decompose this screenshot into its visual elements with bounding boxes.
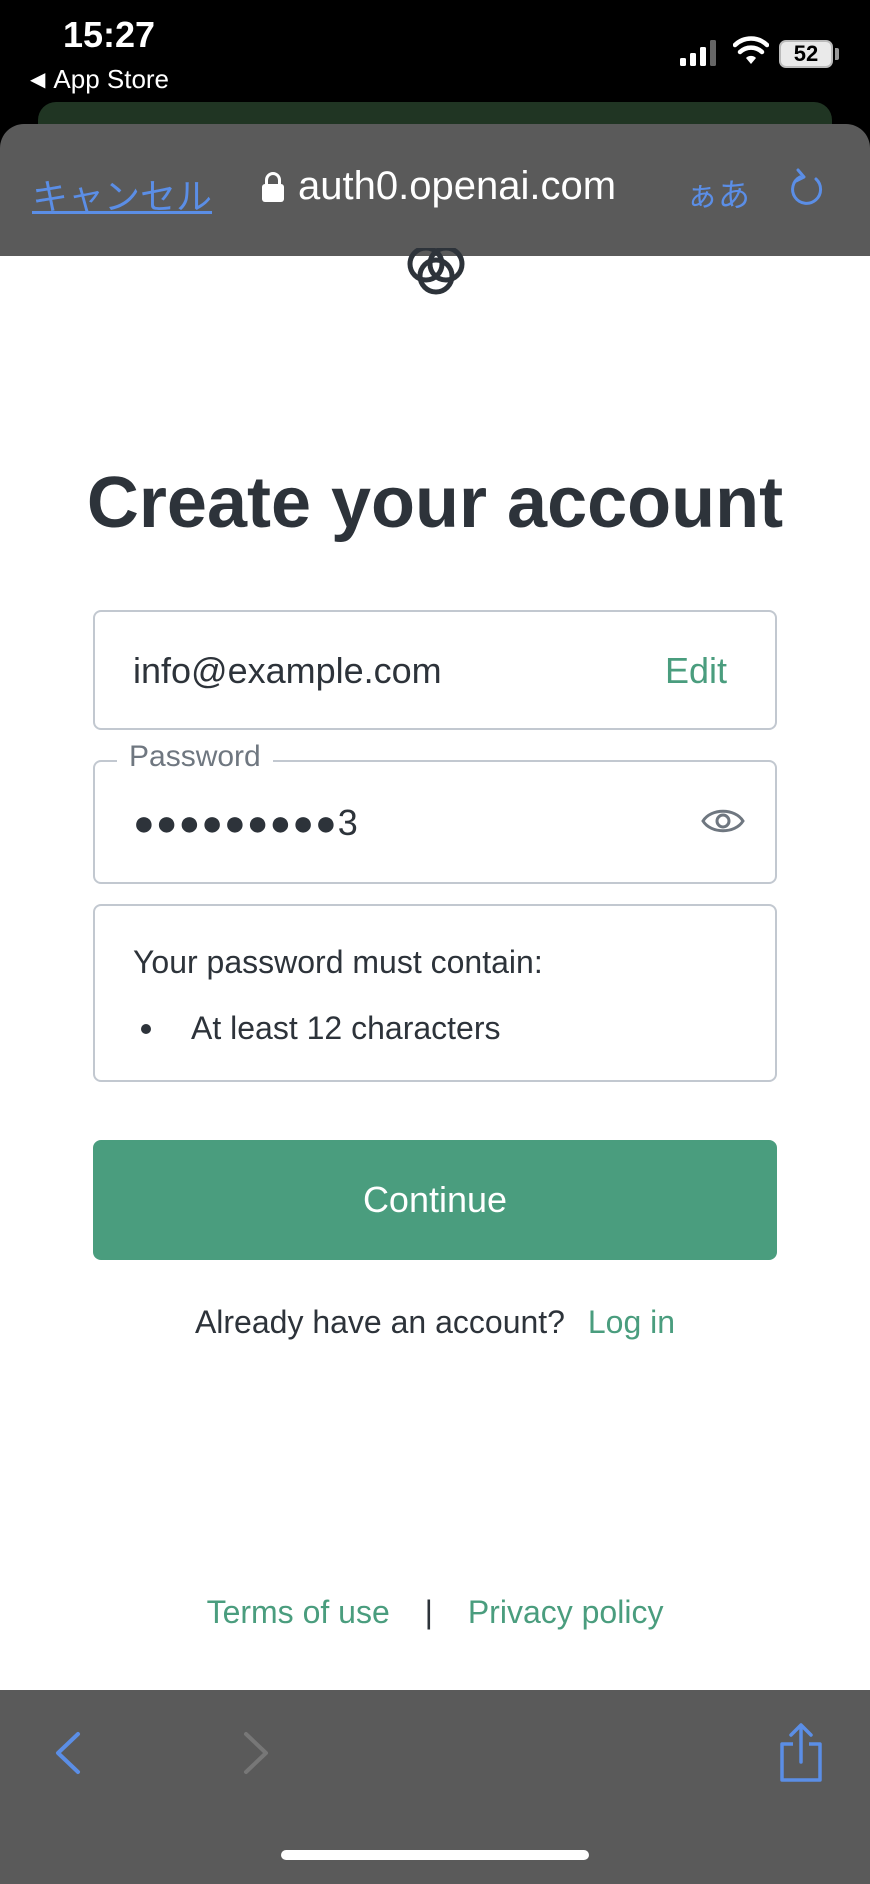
bullet [141, 1023, 151, 1034]
login-link[interactable]: Log in [588, 1304, 675, 1340]
text-size-button[interactable]: ぁあ [686, 170, 750, 216]
privacy-link[interactable]: Privacy policy [468, 1594, 664, 1630]
forward-chevron-icon [244, 1732, 268, 1774]
home-indicator[interactable] [281, 1850, 589, 1860]
back-app-label: App Store [53, 64, 170, 94]
continue-button[interactable]: Continue [93, 1140, 777, 1260]
back-to-app-link[interactable]: ◀ App Store [30, 64, 169, 95]
reload-icon[interactable] [786, 168, 828, 210]
terms-link[interactable]: Terms of use [207, 1594, 390, 1630]
requirements-title: Your password must contain: [133, 944, 543, 980]
openai-logo-icon [407, 248, 465, 295]
page-title: Create your account [86, 463, 784, 543]
lock-icon [262, 171, 284, 202]
battery-icon: 52 [779, 40, 833, 68]
edit-email-button[interactable]: Edit [665, 650, 727, 692]
cancel-button[interactable]: キャンセル [32, 168, 212, 220]
eye-icon[interactable] [701, 804, 745, 838]
back-chevron-icon[interactable] [48, 1728, 88, 1778]
password-label: Password [117, 740, 273, 774]
password-value: ●●●●●●●●●3 [133, 802, 359, 843]
url-bar[interactable]: auth0.openai.com [262, 164, 616, 209]
email-value: info@example.com [133, 650, 442, 691]
email-field[interactable]: info@example.com Edit [93, 610, 777, 730]
requirement-text: At least 12 characters [191, 1010, 501, 1046]
requirement-item: At least 12 characters [141, 1010, 500, 1047]
password-field[interactable]: Password ●●●●●●●●●3 [93, 740, 777, 884]
footer-separator: | [424, 1594, 433, 1630]
footer-links: Terms of use | Privacy policy [0, 1594, 870, 1631]
battery-nub [835, 48, 839, 60]
cellular-signal-icon [680, 40, 716, 66]
battery-level: 52 [793, 41, 819, 66]
share-icon[interactable] [776, 1722, 826, 1784]
status-time: 15:27 [63, 14, 156, 55]
password-requirements: Your password must contain: At least 12 … [93, 904, 777, 1082]
url-text: auth0.openai.com [298, 164, 617, 208]
wifi-icon [733, 36, 769, 64]
already-account-text: Already have an account? [194, 1304, 565, 1340]
login-prompt: Already have an account? Log in [0, 1304, 870, 1341]
back-triangle-icon: ◀ [30, 69, 46, 91]
